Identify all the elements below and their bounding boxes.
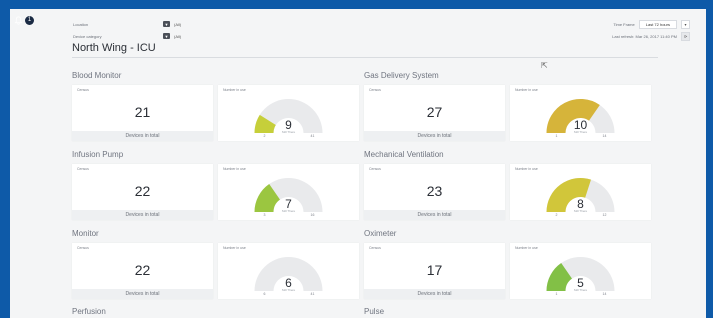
- filter-location-value[interactable]: (All): [174, 22, 181, 27]
- gauge-card-mechanical-ventilation[interactable]: Number in use 8 Still There 2 12: [510, 164, 651, 220]
- devices-in-total-label: Devices in total: [72, 131, 213, 141]
- title-divider: [72, 57, 658, 58]
- devices-in-total-label: Devices in total: [364, 131, 505, 141]
- gauge-min-label: 2: [556, 213, 558, 217]
- notification-badge[interactable]: 1: [25, 16, 34, 25]
- census-value: 23: [426, 183, 443, 199]
- dashboard-frame: 1 Location ▼ (All) Device category ▼ (Al…: [10, 9, 706, 318]
- section-title-mechanical-ventilation: Mechanical Ventilation: [364, 150, 444, 159]
- census-card-mechanical-ventilation[interactable]: Census 23 Devices in total: [364, 164, 505, 220]
- bell-icon[interactable]: [14, 16, 23, 25]
- section-title-oximeter: Oximeter: [364, 229, 397, 238]
- filter-device-category-label: Device category: [73, 33, 102, 39]
- devices-in-total-label: Devices in total: [364, 289, 505, 299]
- mouse-cursor-icon: ⇱: [541, 61, 548, 70]
- gauge-max-label: 41: [311, 292, 315, 296]
- gauge-max-label: 41: [311, 134, 315, 138]
- refresh-icon[interactable]: ⟳: [681, 31, 690, 41]
- gauge-sublabel: Still There: [574, 130, 588, 134]
- gauge-chart: 8Still There2 12: [546, 178, 615, 217]
- page-title: North Wing - ICU: [72, 42, 156, 54]
- census-label: Census: [369, 167, 381, 171]
- gauge-card-infusion-pump[interactable]: Number in use 7 Still There 3 16: [218, 164, 359, 220]
- gauge-max-label: 14: [603, 292, 607, 296]
- gauge-sublabel: Still There: [574, 209, 588, 213]
- gauge-min-label: 1: [556, 134, 558, 138]
- time-frame-select[interactable]: Last 72 hours: [638, 19, 677, 29]
- census-value: 27: [426, 104, 443, 120]
- census-label: Census: [77, 246, 89, 250]
- top-icons: 1: [14, 16, 34, 25]
- census-value: 22: [134, 183, 151, 199]
- gauge-max-label: 12: [603, 213, 607, 217]
- gauge-sublabel: Still There: [282, 288, 296, 292]
- gauge-chart: 5Still There1 14: [546, 257, 615, 296]
- section-title-blood-monitor: Blood Monitor: [72, 71, 122, 80]
- section-title-infusion-pump: Infusion Pump: [72, 150, 124, 159]
- gauge-sublabel: Still There: [282, 209, 296, 213]
- census-label: Census: [369, 246, 381, 250]
- filter-device-category-value[interactable]: (All): [174, 34, 181, 39]
- census-card-infusion-pump[interactable]: Census 22 Devices in total: [72, 164, 213, 220]
- gauge-card-gas-delivery-system[interactable]: Number in use 10 Still There 1 14: [510, 85, 651, 141]
- last-refresh-text: Last refresh: Mar 26, 2017 11:40 PM: [612, 33, 677, 39]
- gauge-min-label: 3: [264, 213, 266, 217]
- gauge-chart: 10Still There1 14: [546, 99, 615, 138]
- census-value: 17: [426, 262, 443, 278]
- gauge-card-monitor[interactable]: Number in use 6 Still There 6 41: [218, 243, 359, 299]
- census-value: 22: [134, 262, 151, 278]
- gauge-card-blood-monitor[interactable]: Number in use 9 Still There 2 41: [218, 85, 359, 141]
- gauge-chart: 6Still There6 41: [254, 257, 323, 296]
- time-frame-label: Time Frame: [613, 21, 635, 27]
- census-label: Census: [77, 167, 89, 171]
- section-title-gas-delivery-system: Gas Delivery System: [364, 71, 439, 80]
- devices-in-total-label: Devices in total: [364, 210, 505, 220]
- section-title-pulse: Pulse: [364, 307, 385, 316]
- gauge-chart: 7Still There3 16: [254, 178, 323, 217]
- filter-location-dropdown-icon[interactable]: ▼: [163, 21, 170, 27]
- gauge-fill: [546, 178, 592, 212]
- gauge-min-label: 6: [264, 292, 266, 296]
- gauge-sublabel: Still There: [574, 288, 588, 292]
- time-frame-dropdown-icon[interactable]: ▾: [681, 19, 690, 29]
- devices-in-total-label: Devices in total: [72, 210, 213, 220]
- section-title-perfusion: Perfusion: [72, 307, 106, 316]
- filter-location-label: Location: [73, 21, 89, 27]
- census-card-oximeter[interactable]: Census 17 Devices in total: [364, 243, 505, 299]
- gauge-max-label: 14: [603, 134, 607, 138]
- filter-device-category-dropdown-icon[interactable]: ▼: [163, 33, 170, 39]
- gauge-min-label: 2: [264, 134, 266, 138]
- gauge-min-label: 1: [556, 292, 558, 296]
- gauge-sublabel: Still There: [282, 130, 296, 134]
- time-frame-controls: Time Frame Last 72 hours ▾ Last refresh:…: [612, 18, 690, 42]
- gauge-chart: 9Still There2 41: [254, 99, 323, 138]
- gauge-card-oximeter[interactable]: Number in use 5 Still There 1 14: [510, 243, 651, 299]
- census-card-blood-monitor[interactable]: Census 21 Devices in total: [72, 85, 213, 141]
- census-value: 21: [134, 104, 151, 120]
- devices-in-total-label: Devices in total: [72, 289, 213, 299]
- census-card-monitor[interactable]: Census 22 Devices in total: [72, 243, 213, 299]
- census-label: Census: [77, 88, 89, 92]
- census-label: Census: [369, 88, 381, 92]
- section-title-monitor: Monitor: [72, 229, 99, 238]
- gauge-max-label: 16: [311, 213, 315, 217]
- filters: Location ▼ (All) Device category ▼ (All): [73, 18, 181, 42]
- census-card-gas-delivery-system[interactable]: Census 27 Devices in total: [364, 85, 505, 141]
